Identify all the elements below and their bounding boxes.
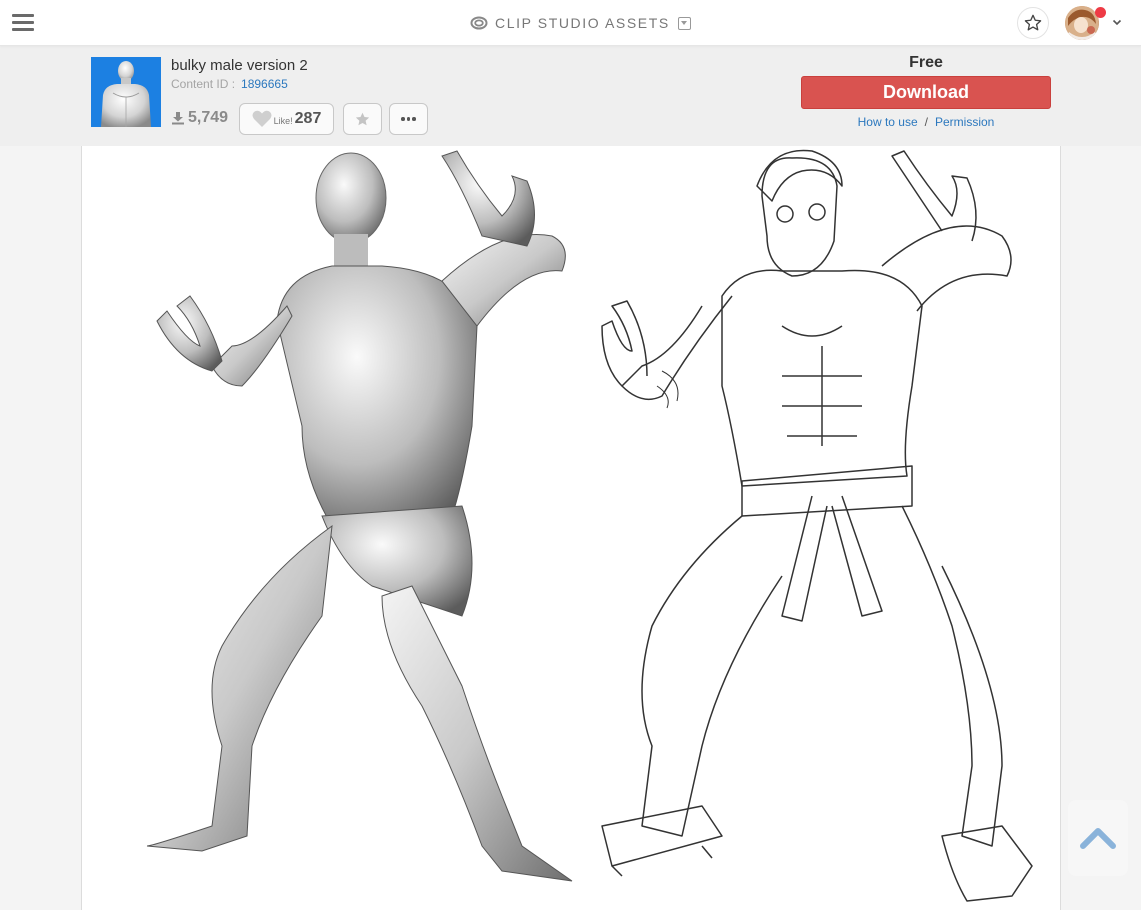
star-outline-icon	[1024, 14, 1042, 31]
favorites-button[interactable]	[1017, 7, 1049, 39]
like-count: 287	[294, 110, 322, 127]
help-links: How to use / Permission	[801, 115, 1051, 129]
clip-studio-logo-icon	[470, 16, 488, 30]
heart-icon	[252, 110, 272, 127]
ellipsis-icon	[401, 117, 405, 121]
like-button[interactable]: Like! 287	[239, 103, 334, 135]
add-favorite-button[interactable]	[343, 103, 382, 135]
item-thumbnail	[91, 57, 161, 127]
chevron-down-icon[interactable]	[1112, 17, 1122, 27]
price: Free	[909, 54, 943, 71]
download-count-value: 5,749	[188, 109, 229, 126]
content-id-link[interactable]: 1896665	[241, 77, 288, 91]
line-art-figure	[601, 149, 1033, 902]
top-nav-bar: CLIP STUDIO ASSETS	[0, 0, 1141, 46]
user-avatar[interactable]	[1065, 6, 1099, 40]
download-button[interactable]: Download	[801, 76, 1051, 109]
item-header: bulky male version 2 Content ID : 1896665…	[0, 46, 1141, 146]
download-icon	[172, 112, 184, 125]
permission-link[interactable]: Permission	[935, 115, 994, 129]
content-preview-image	[81, 146, 1061, 910]
item-title: bulky male version 2	[171, 57, 308, 74]
more-options-button[interactable]	[389, 103, 428, 135]
back-to-top-button[interactable]	[1068, 800, 1128, 876]
preview-illustration	[146, 149, 1033, 902]
content-id-label: Content ID :	[171, 77, 236, 91]
hamburger-icon[interactable]	[12, 14, 34, 32]
chevron-up-icon	[1080, 828, 1116, 849]
3d-model-figure	[146, 150, 573, 882]
brand-title: CLIP STUDIO ASSETS	[495, 15, 670, 31]
download-count: 5,749	[171, 109, 228, 127]
notification-badge	[1095, 7, 1106, 18]
brand-menu[interactable]: CLIP STUDIO ASSETS	[470, 14, 691, 32]
link-separator: /	[924, 115, 928, 129]
content-id: Content ID : 1896665	[171, 77, 288, 91]
how-to-use-link[interactable]: How to use	[858, 115, 918, 129]
avatar-image	[1065, 6, 1099, 40]
dropdown-square-icon[interactable]	[677, 16, 691, 30]
star-icon	[355, 112, 370, 125]
like-label: Like!	[273, 116, 293, 126]
